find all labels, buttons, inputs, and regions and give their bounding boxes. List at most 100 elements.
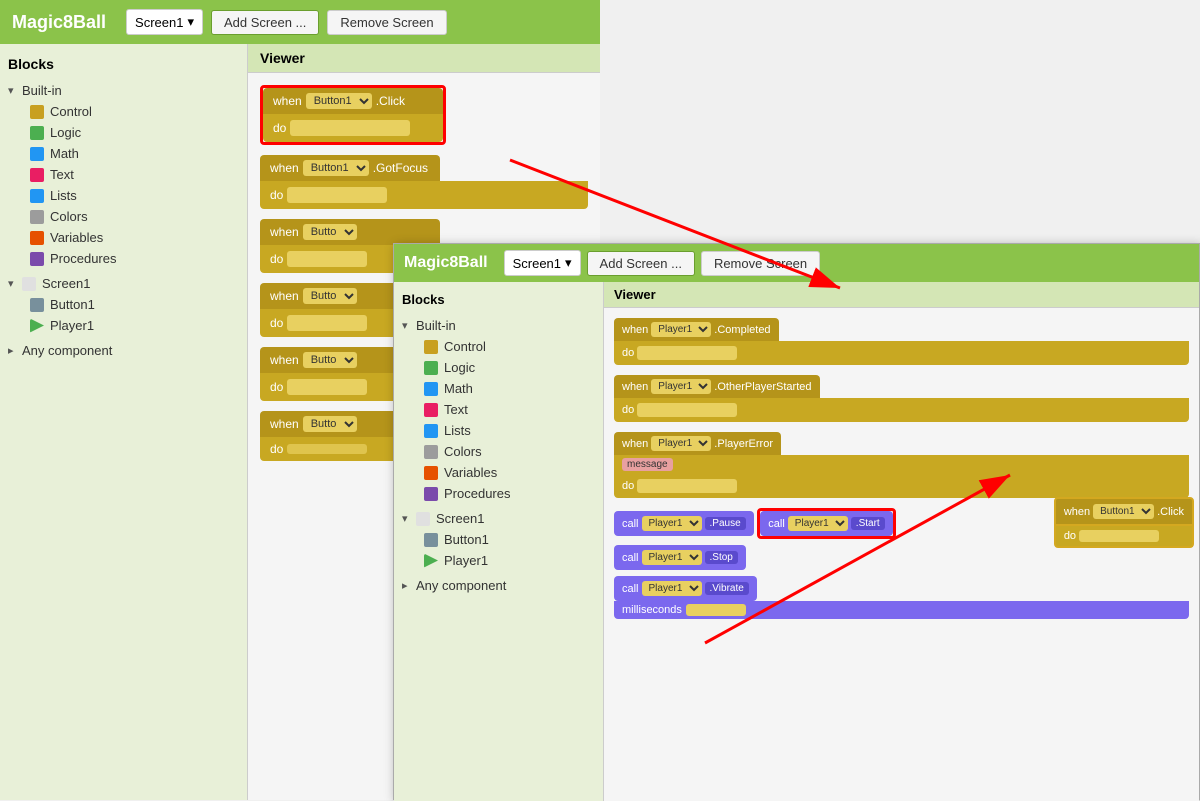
second-content: Blocks ▾ Built-in Control Logic Math xyxy=(394,282,1199,801)
floating-do-block: do xyxy=(1054,526,1194,548)
main-any-component[interactable]: ▸ Any component xyxy=(0,340,247,361)
button1-gotfocus-dropdown[interactable]: Button1 xyxy=(303,160,369,176)
block-call-stop: call Player1 .Stop xyxy=(614,545,746,570)
button1-dropdown[interactable]: Button1 xyxy=(306,93,372,109)
lists-color-icon xyxy=(30,189,44,203)
main-screen1-children: Button1 Player1 xyxy=(0,294,247,336)
s-logic-icon xyxy=(424,361,438,375)
button1-icon xyxy=(30,298,44,312)
second-add-screen-button[interactable]: Add Screen ... xyxy=(587,251,695,276)
main-screen-dropdown[interactable]: Screen1 ▾ xyxy=(126,9,203,35)
pause-dropdown[interactable]: Player1 xyxy=(642,516,702,531)
butto6-dropdown[interactable]: Butto xyxy=(303,416,357,432)
main-remove-screen-button[interactable]: Remove Screen xyxy=(327,10,446,35)
main-app-title: Magic8Ball xyxy=(12,12,106,33)
vibrate-dropdown[interactable]: Player1 xyxy=(642,581,702,596)
second-viewer-content: when Player1 .Completed do when Player1 … xyxy=(604,308,1199,797)
when-player1-error: when Player1 .PlayerError xyxy=(614,432,781,455)
start-dropdown[interactable]: Player1 xyxy=(788,516,848,531)
do-slot2 xyxy=(287,187,387,203)
do-button1-click: do xyxy=(263,114,443,142)
main-player1[interactable]: Player1 xyxy=(22,315,247,336)
player1-error-dropdown[interactable]: Player1 xyxy=(651,436,711,451)
vibrate-header: call Player1 .Vibrate xyxy=(614,576,757,601)
any-component-expand-icon: ▸ xyxy=(8,344,22,357)
second-any-component[interactable]: ▸ Any component xyxy=(394,575,603,596)
block-player1-error: when Player1 .PlayerError message do xyxy=(614,432,1189,498)
block-call-pause: call Player1 .Pause xyxy=(614,511,754,536)
colors-color-icon xyxy=(30,210,44,224)
screen1-icon xyxy=(22,277,36,291)
main-add-screen-button[interactable]: Add Screen ... xyxy=(211,10,319,35)
butto5-dropdown[interactable]: Butto xyxy=(303,352,357,368)
second-block-procedures[interactable]: Procedures xyxy=(416,483,603,504)
second-player1[interactable]: Player1 xyxy=(416,550,603,571)
do-player1-error: do xyxy=(614,474,1189,498)
do-slot xyxy=(290,120,410,136)
second-screen1-toggle[interactable]: ▾ Screen1 xyxy=(394,508,603,529)
start-method: .Start xyxy=(851,517,885,530)
milliseconds-label: milliseconds xyxy=(622,604,682,616)
control-color-icon xyxy=(30,105,44,119)
message-tag: message xyxy=(622,458,673,471)
main-header: Magic8Ball Screen1 ▾ Add Screen ... Remo… xyxy=(0,0,600,44)
vibrate-method: .Vibrate xyxy=(705,582,749,595)
second-block-lists[interactable]: Lists xyxy=(416,420,603,441)
second-block-control[interactable]: Control xyxy=(416,336,603,357)
floating-when-block: when Button1 .Click xyxy=(1054,497,1194,526)
second-block-colors[interactable]: Colors xyxy=(416,441,603,462)
main-block-control[interactable]: Control xyxy=(22,101,247,122)
second-screen-dropdown[interactable]: Screen1 ▾ xyxy=(504,250,581,276)
vibrate-params: milliseconds xyxy=(614,601,1189,619)
do-slot4 xyxy=(287,315,367,331)
second-screen1-collapse-icon: ▾ xyxy=(402,512,416,525)
block-player1-completed: when Player1 .Completed do xyxy=(614,318,1189,365)
s-screen1-icon xyxy=(416,512,430,526)
second-builtin-children: Control Logic Math Text Lists xyxy=(394,336,603,504)
do-slot-completed xyxy=(637,346,737,360)
s-any-expand-icon: ▸ xyxy=(402,579,416,592)
second-block-math[interactable]: Math xyxy=(416,378,603,399)
block-call-vibrate: call Player1 .Vibrate milliseconds xyxy=(614,576,1189,619)
logic-color-icon xyxy=(30,126,44,140)
floating-button-dropdown[interactable]: Button1 xyxy=(1093,504,1154,519)
player1-completed-dropdown[interactable]: Player1 xyxy=(651,322,711,337)
butto3-dropdown[interactable]: Butto xyxy=(303,224,357,240)
stop-dropdown[interactable]: Player1 xyxy=(642,550,702,565)
second-viewer-panel: Viewer when Player1 .Completed do xyxy=(604,282,1199,801)
main-block-logic[interactable]: Logic xyxy=(22,122,247,143)
main-blocks-title: Blocks xyxy=(0,52,247,80)
when-player1-otherstarted: when Player1 .OtherPlayerStarted xyxy=(614,375,820,398)
block-button1-gotfocus: when Button1 .GotFocus do xyxy=(260,155,588,209)
do-button1-gotfocus: do xyxy=(260,181,588,209)
main-block-math[interactable]: Math xyxy=(22,143,247,164)
second-remove-screen-button[interactable]: Remove Screen xyxy=(701,251,820,276)
second-builtin-toggle[interactable]: ▾ Built-in xyxy=(394,315,603,336)
second-button1[interactable]: Button1 xyxy=(416,529,603,550)
second-block-text[interactable]: Text xyxy=(416,399,603,420)
procedures-color-icon xyxy=(30,252,44,266)
s-procedures-icon xyxy=(424,487,438,501)
block-player1-otherstarted: when Player1 .OtherPlayerStarted do xyxy=(614,375,1189,422)
second-blocks-title: Blocks xyxy=(394,288,603,315)
when-button1-gotfocus: when Button1 .GotFocus xyxy=(260,155,440,181)
player1-other-dropdown[interactable]: Player1 xyxy=(651,379,711,394)
main-block-text[interactable]: Text xyxy=(22,164,247,185)
main-button1[interactable]: Button1 xyxy=(22,294,247,315)
second-block-variables[interactable]: Variables xyxy=(416,462,603,483)
pause-method: .Pause xyxy=(705,517,746,530)
second-block-logic[interactable]: Logic xyxy=(416,357,603,378)
millis-slot xyxy=(686,604,746,616)
screen1-collapse-icon: ▾ xyxy=(8,277,22,290)
main-block-procedures[interactable]: Procedures xyxy=(22,248,247,269)
main-block-lists[interactable]: Lists xyxy=(22,185,247,206)
main-block-colors[interactable]: Colors xyxy=(22,206,247,227)
builtin-collapse-icon: ▾ xyxy=(8,84,22,97)
main-viewer-title: Viewer xyxy=(248,44,600,73)
butto4-dropdown[interactable]: Butto xyxy=(303,288,357,304)
second-screen1-children: Button1 Player1 xyxy=(394,529,603,571)
main-screen1-toggle[interactable]: ▾ Screen1 xyxy=(0,273,247,294)
main-block-variables[interactable]: Variables xyxy=(22,227,247,248)
s-player1-icon xyxy=(424,554,438,568)
main-builtin-toggle[interactable]: ▾ Built-in xyxy=(0,80,247,101)
